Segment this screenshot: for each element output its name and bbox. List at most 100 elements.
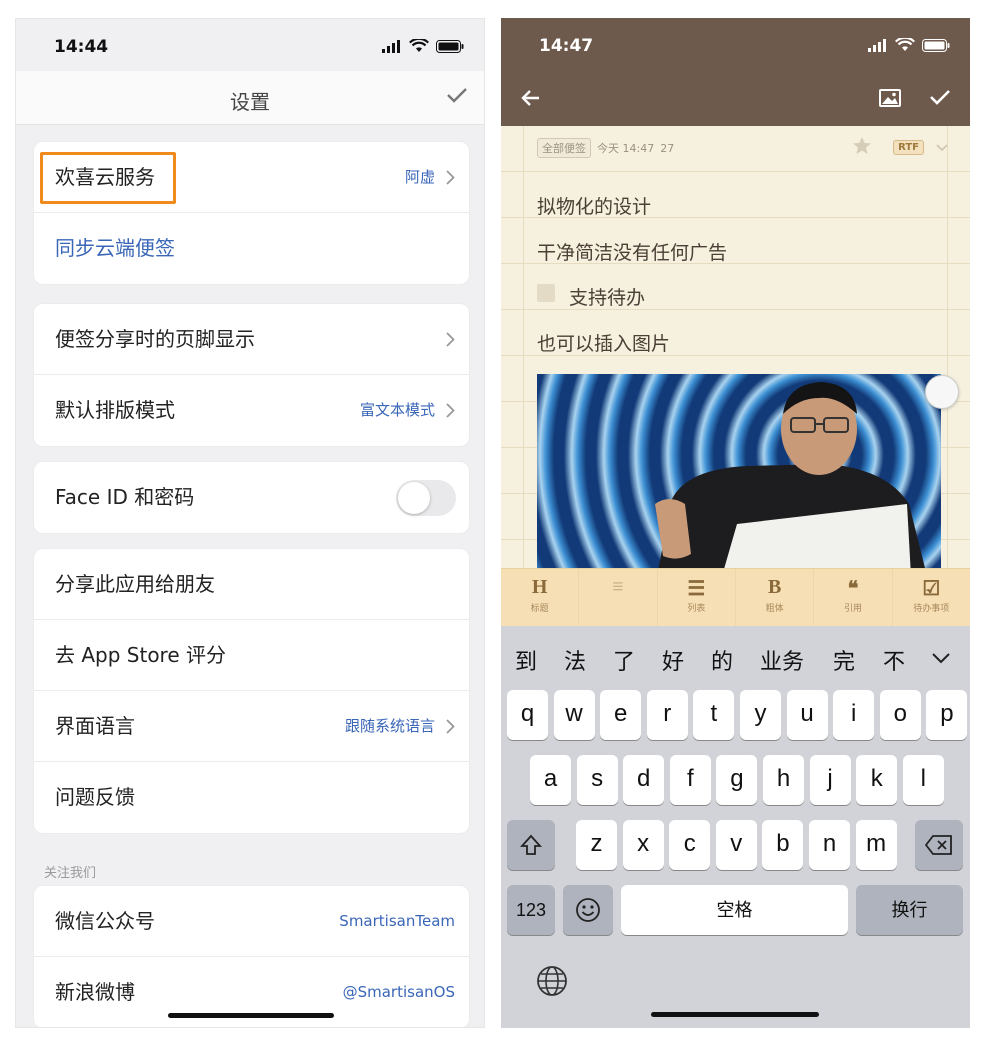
footer-display-label: 便签分享时的页脚显示 [55, 327, 255, 351]
candidate-word[interactable]: 了 [613, 644, 635, 676]
note-line: 干净简洁没有任何广告 [537, 242, 728, 264]
image-resize-handle[interactable] [925, 375, 959, 409]
candidate-word[interactable]: 业务 [760, 644, 804, 676]
weibo-label: 新浪微博 [55, 980, 135, 1004]
key-y[interactable]: y [740, 690, 781, 740]
sync-row[interactable]: 同步云端便签 [34, 213, 469, 284]
candidate-word[interactable]: 不 [883, 644, 905, 676]
space-key[interactable]: 空格 [621, 885, 848, 935]
cloud-service-row[interactable]: 欢喜云服务 阿虚 [34, 142, 469, 213]
wechat-row[interactable]: 微信公众号 SmartisanTeam [34, 886, 469, 957]
globe-icon[interactable] [536, 965, 568, 997]
note-date: 今天 14:47 [597, 142, 655, 155]
feedback-row[interactable]: 问题反馈 [34, 762, 469, 833]
home-indicator [168, 1013, 334, 1018]
key-g[interactable]: g [716, 755, 758, 805]
language-row[interactable]: 界面语言 跟随系统语言 [34, 691, 469, 762]
language-value: 跟随系统语言 [344, 717, 435, 735]
layout-mode-row[interactable]: 默认排版模式 富文本模式 [34, 375, 469, 446]
checkmark-icon[interactable] [929, 88, 951, 106]
star-icon[interactable] [852, 136, 872, 155]
note-header: 14:47 [501, 18, 970, 126]
chevron-down-icon[interactable] [931, 652, 951, 664]
key-h[interactable]: h [763, 755, 804, 805]
return-key[interactable]: 换行 [856, 885, 963, 935]
language-label: 界面语言 [55, 714, 135, 738]
key-w[interactable]: w [553, 690, 595, 740]
note-line: 拟物化的设计 [537, 196, 652, 218]
heading-button[interactable]: H 标题 [501, 569, 580, 626]
key-z[interactable]: z [576, 820, 617, 870]
key-q[interactable]: q [507, 690, 548, 740]
wifi-icon [409, 39, 429, 52]
key-d[interactable]: d [623, 755, 665, 805]
key-s[interactable]: s [576, 755, 618, 805]
key-f[interactable]: f [669, 755, 711, 805]
key-a[interactable]: a [530, 755, 571, 805]
layout-mode-label: 默认排版模式 [55, 398, 175, 422]
quote-button[interactable]: ❝ 引用 [814, 569, 893, 626]
sync-label: 同步云端便签 [55, 236, 175, 260]
key-k[interactable]: k [856, 755, 898, 805]
settings-screen: 14:44 设置 欢喜云服务 阿虚 同步云端便签 便签分享时的页脚显示 默认排版… [15, 18, 485, 1028]
checkmark-icon[interactable] [446, 86, 468, 104]
candidate-word[interactable]: 好 [662, 644, 684, 676]
shift-key[interactable] [507, 820, 555, 870]
key-n[interactable]: n [809, 820, 850, 870]
key-v[interactable]: v [715, 820, 757, 870]
rate-label: 去 App Store 评分 [55, 643, 227, 667]
key-u[interactable]: u [786, 690, 828, 740]
list-button[interactable]: ☰ 列表 [658, 569, 736, 626]
key-p[interactable]: p [926, 690, 968, 740]
align-button[interactable]: ≡ [579, 569, 658, 626]
chevron-right-icon [446, 403, 455, 418]
status-time: 14:44 [54, 37, 109, 57]
footer-display-row[interactable]: 便签分享时的页脚显示 [34, 304, 469, 375]
chevron-right-icon [446, 719, 455, 734]
key-c[interactable]: c [669, 820, 711, 870]
folder-selector[interactable]: 全部便签 [537, 138, 591, 158]
account-name: 阿虚 [404, 168, 435, 186]
security-group: Face ID 和密码 [33, 461, 470, 534]
faceid-toggle[interactable] [396, 480, 456, 516]
chevron-down-icon[interactable] [936, 144, 948, 152]
key-m[interactable]: m [855, 820, 897, 870]
rate-row[interactable]: 去 App Store 评分 [34, 620, 469, 691]
candidate-word[interactable]: 完 [833, 644, 855, 676]
key-j[interactable]: j [809, 755, 851, 805]
key-b[interactable]: b [762, 820, 804, 870]
bold-button[interactable]: B 粗体 [736, 569, 815, 626]
emoji-key[interactable] [563, 885, 613, 935]
todo-checkbox[interactable] [537, 284, 555, 302]
back-arrow-icon[interactable] [521, 88, 541, 108]
candidate-word[interactable]: 的 [711, 644, 733, 676]
image-icon[interactable] [879, 88, 901, 108]
todo-button[interactable]: ☑ 待办事项 [893, 569, 970, 626]
key-t[interactable]: t [693, 690, 735, 740]
key-e[interactable]: e [600, 690, 642, 740]
key-r[interactable]: r [646, 690, 688, 740]
inserted-photo[interactable] [537, 374, 941, 576]
layout-mode-value: 富文本模式 [359, 401, 435, 419]
nav-bar: 设置 [16, 71, 484, 125]
key-x[interactable]: x [622, 820, 664, 870]
candidate-word[interactable]: 法 [564, 644, 586, 676]
candidate-word[interactable]: 到 [515, 644, 537, 676]
battery-icon [922, 38, 950, 52]
note-paper[interactable]: 全部便签 今天 14:47 27 RTF 拟物化的设计 干净简洁没有任何广告 支… [501, 126, 970, 576]
key-l[interactable]: l [902, 755, 944, 805]
status-time: 14:47 [539, 36, 594, 56]
status-bar: 14:47 [501, 18, 970, 70]
key-i[interactable]: i [833, 690, 875, 740]
rtf-badge[interactable]: RTF [893, 140, 924, 155]
share-app-row[interactable]: 分享此应用给朋友 [34, 549, 469, 620]
signal-icon [382, 39, 400, 53]
delete-key[interactable] [915, 820, 963, 870]
share-app-label: 分享此应用给朋友 [55, 572, 215, 596]
numbers-key[interactable]: 123 [507, 885, 555, 935]
todo-text: 支持待办 [569, 287, 646, 309]
status-bar: 14:44 [16, 19, 484, 71]
chevron-right-icon [446, 170, 455, 185]
key-o[interactable]: o [879, 690, 921, 740]
cloud-service-label: 欢喜云服务 [55, 165, 155, 189]
